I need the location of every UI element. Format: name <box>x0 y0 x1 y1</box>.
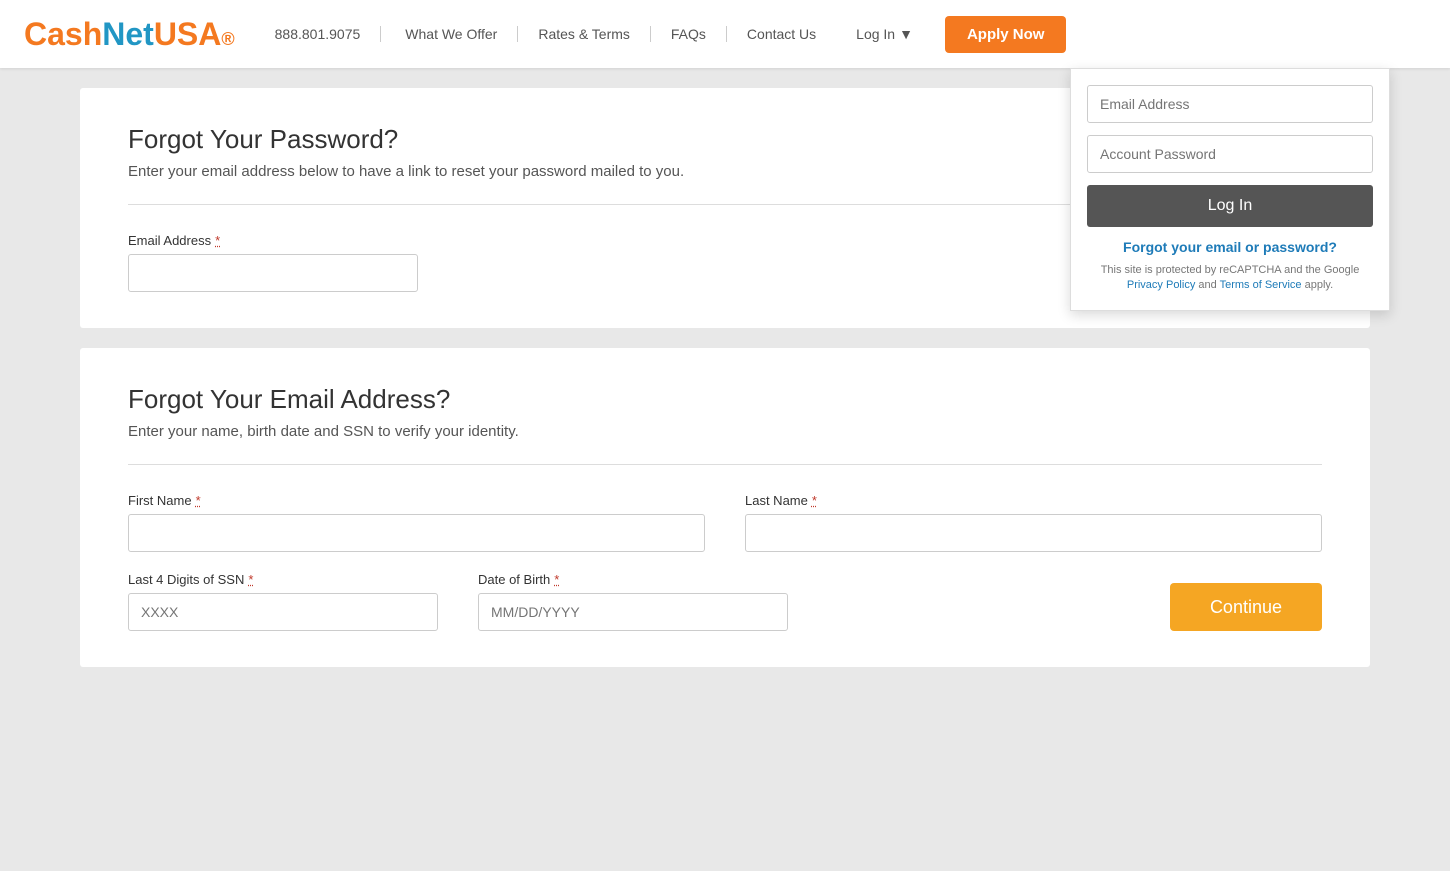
first-name-label: First Name * <box>128 493 705 508</box>
logo-dot: ® <box>221 29 234 49</box>
last-name-input[interactable] <box>745 514 1322 552</box>
ssn-input[interactable] <box>128 593 438 631</box>
email-form-group: Email Address * <box>128 233 418 292</box>
ssn-dob-row: Last 4 Digits of SSN * Date of Birth * C… <box>128 572 1322 631</box>
nav-what-we-offer[interactable]: What We Offer <box>385 26 518 42</box>
ssn-required-star: * <box>248 572 253 587</box>
dob-label: Date of Birth * <box>478 572 788 587</box>
logo-net: Net <box>102 16 154 52</box>
email-input[interactable] <box>128 254 418 292</box>
forgot-email-description: Enter your name, birth date and SSN to v… <box>128 423 1322 440</box>
login-dropdown: Log In Forgot your email or password? Th… <box>1070 68 1390 311</box>
first-name-group: First Name * <box>128 493 705 552</box>
login-password-field[interactable] <box>1087 135 1373 173</box>
continue-button[interactable]: Continue <box>1170 583 1322 631</box>
chevron-down-icon: ▼ <box>899 26 913 42</box>
recaptcha-notice: This site is protected by reCAPTCHA and … <box>1087 263 1373 294</box>
nav-rates-terms[interactable]: Rates & Terms <box>518 26 651 42</box>
privacy-policy-link[interactable]: Privacy Policy <box>1127 279 1195 291</box>
nav-contact-us[interactable]: Contact Us <box>727 26 836 42</box>
nav-faqs[interactable]: FAQs <box>651 26 727 42</box>
email-required-star: * <box>215 233 220 248</box>
last-name-required-star: * <box>812 493 817 508</box>
login-button[interactable]: Log In <box>1087 185 1373 227</box>
forgot-email-or-password-link[interactable]: Forgot your email or password? <box>1087 239 1373 255</box>
main-nav: 888.801.9075 What We Offer Rates & Terms… <box>275 16 1426 53</box>
first-name-required-star: * <box>196 493 201 508</box>
ssn-label: Last 4 Digits of SSN * <box>128 572 438 587</box>
phone-number: 888.801.9075 <box>275 26 382 42</box>
apply-now-button[interactable]: Apply Now <box>945 16 1067 53</box>
email-label: Email Address * <box>128 233 418 248</box>
ssn-group: Last 4 Digits of SSN * <box>128 572 438 631</box>
header: CashNetUSA® 888.801.9075 What We Offer R… <box>0 0 1450 68</box>
first-name-input[interactable] <box>128 514 705 552</box>
login-label: Log In <box>856 26 895 42</box>
card-divider-2 <box>128 464 1322 465</box>
terms-of-service-link[interactable]: Terms of Service <box>1220 279 1302 291</box>
login-menu[interactable]: Log In ▼ <box>836 26 933 42</box>
forgot-email-card: Forgot Your Email Address? Enter your na… <box>80 348 1370 667</box>
dob-input[interactable] <box>478 593 788 631</box>
forgot-email-title: Forgot Your Email Address? <box>128 384 1322 415</box>
name-row: First Name * Last Name * <box>128 493 1322 552</box>
logo[interactable]: CashNetUSA® <box>24 16 235 53</box>
logo-usa: USA <box>154 16 222 52</box>
dob-group: Date of Birth * <box>478 572 788 631</box>
last-name-label: Last Name * <box>745 493 1322 508</box>
dob-required-star: * <box>554 572 559 587</box>
last-name-group: Last Name * <box>745 493 1322 552</box>
login-email-field[interactable] <box>1087 85 1373 123</box>
logo-cash: Cash <box>24 16 102 52</box>
